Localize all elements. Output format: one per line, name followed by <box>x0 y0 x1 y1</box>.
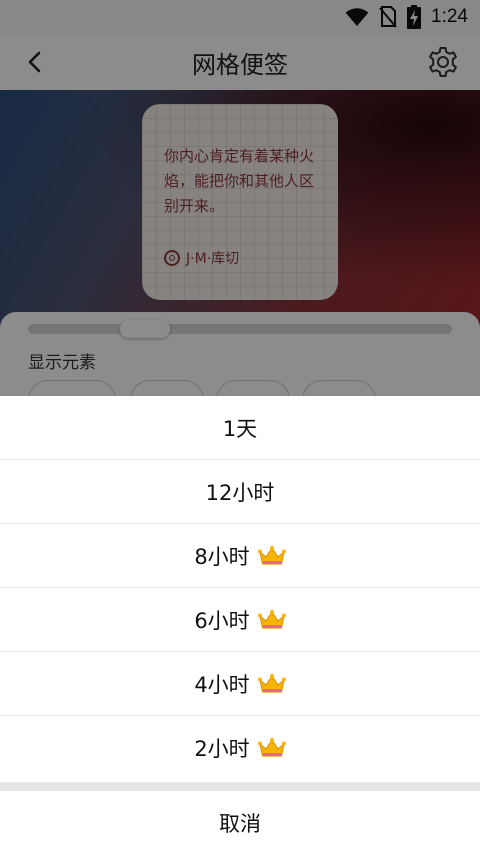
interval-option-6-hours[interactable]: 6小时 <box>0 588 480 652</box>
crown-icon <box>257 738 286 757</box>
option-label: 4小时 <box>194 672 250 697</box>
interval-option-8-hours[interactable]: 8小时 <box>0 524 480 588</box>
interval-option-4-hours[interactable]: 4小时 <box>0 652 480 716</box>
option-label: 12小时 <box>205 480 275 505</box>
crown-icon <box>257 609 286 628</box>
option-label: 2小时 <box>194 737 250 761</box>
option-label: 8小时 <box>194 544 250 569</box>
interval-option-1-day[interactable]: 1天 <box>0 396 480 460</box>
crown-icon <box>257 545 286 564</box>
cancel-label: 取消 <box>219 811 261 836</box>
cancel-button[interactable]: 取消 <box>0 791 480 854</box>
option-label: 1天 <box>222 416 258 441</box>
option-label: 6小时 <box>194 608 250 633</box>
refresh-interval-sheet: 1天 12小时 8小时 6小时 4小时 2小时 取消 <box>0 396 480 854</box>
interval-option-12-hours[interactable]: 12小时 <box>0 460 480 524</box>
interval-option-2-hours[interactable]: 2小时 <box>0 716 480 780</box>
sheet-divider <box>0 782 480 791</box>
crown-icon <box>257 673 286 692</box>
